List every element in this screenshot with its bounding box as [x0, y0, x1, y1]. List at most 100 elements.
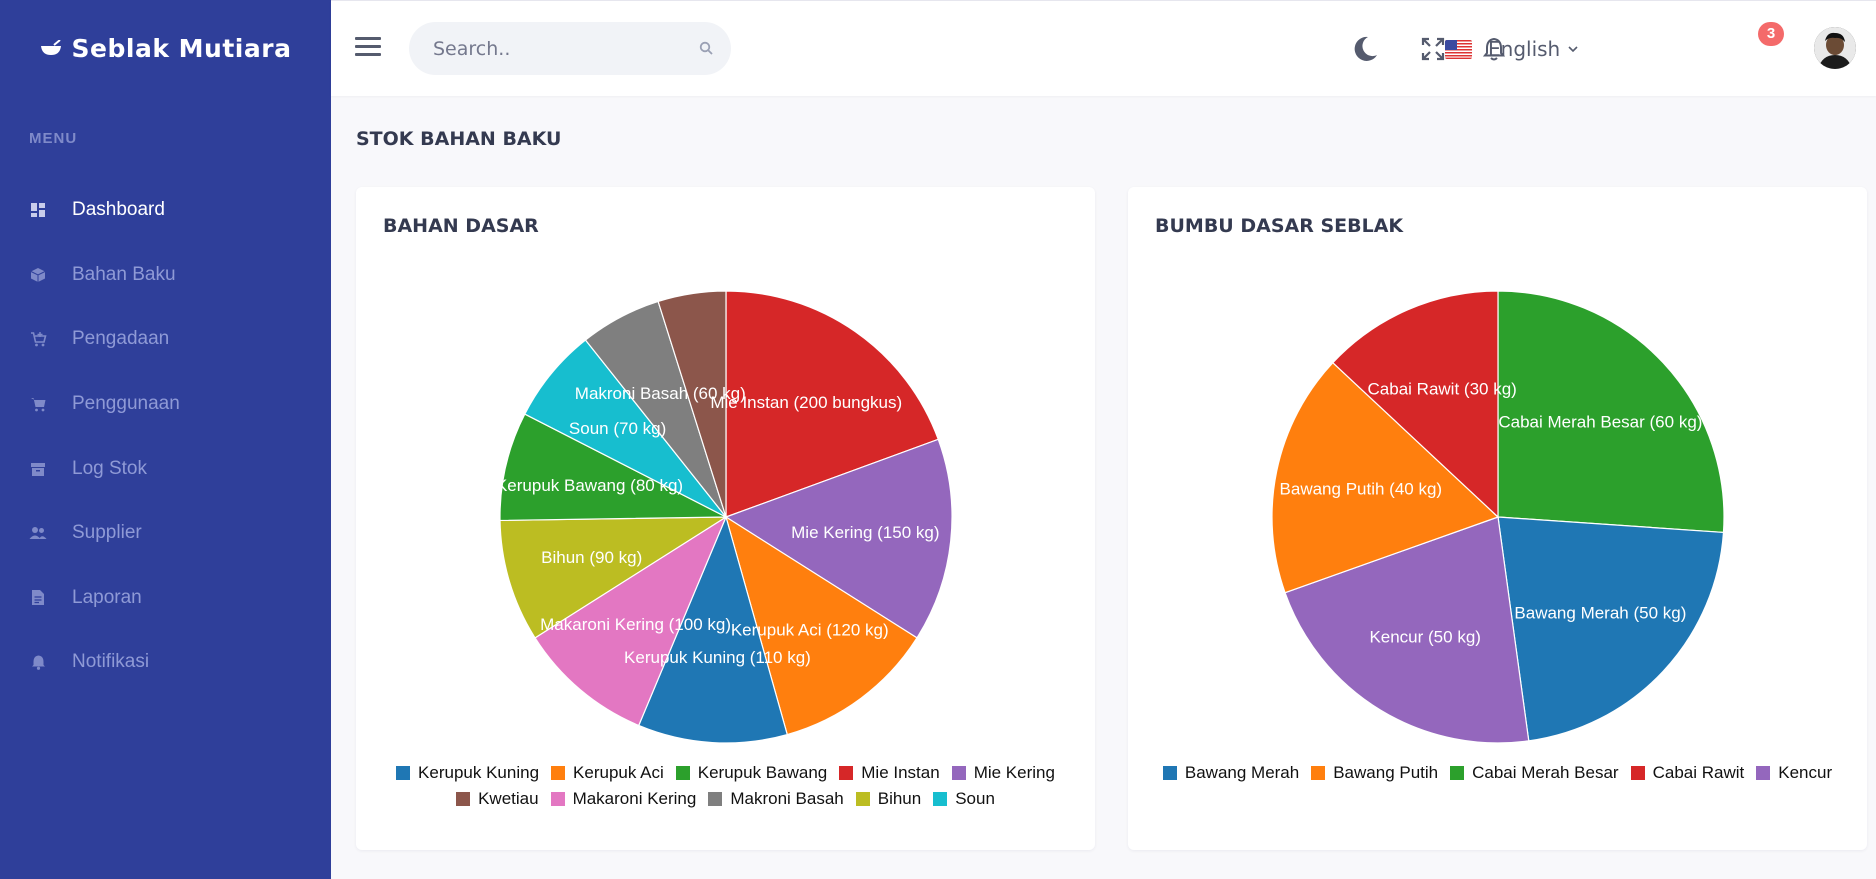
- chart-card-bahan-dasar: BAHAN DASAR Mie Instan (200 bungkus) Mie …: [356, 187, 1095, 850]
- legend-swatch: [839, 766, 854, 780]
- legend-label: Cabai Merah Besar: [1472, 763, 1619, 782]
- legend-item-kerupuk-kuning[interactable]: Kerupuk Kuning: [396, 761, 539, 785]
- sidebar-item-bahan-baku[interactable]: Bahan Baku: [0, 243, 331, 308]
- legend-item-makroni-basah[interactable]: Makroni Basah: [708, 787, 844, 811]
- legend-swatch: [855, 792, 870, 806]
- data-label-makaroni-kering: Makaroni Kering (100 kg): [540, 615, 731, 634]
- legend-item-bawang-merah[interactable]: Bawang Merah: [1162, 761, 1300, 785]
- data-label-cabai-merah-besar: Cabai Merah Besar (60 kg): [1498, 412, 1702, 431]
- data-label-soun: Soun (70 kg): [569, 419, 666, 438]
- legend-item-kerupuk-aci[interactable]: Kerupuk Aci: [551, 761, 664, 785]
- data-label-mie-kering: Mie Kering (150 kg): [791, 523, 939, 542]
- legend-swatch: [396, 766, 411, 780]
- legend-item-soun[interactable]: Soun: [933, 787, 995, 811]
- legend-swatch: [675, 766, 690, 780]
- avatar[interactable]: [1814, 27, 1856, 69]
- cube-icon: [29, 266, 47, 284]
- data-label-kerupuk-kuning: Kerupuk Kuning (110 kg): [624, 648, 811, 667]
- legend-label: Kerupuk Kuning: [418, 763, 540, 782]
- sidebar-item-log-stok[interactable]: Log Stok: [0, 436, 331, 501]
- sidebar-item-label: Penggunaan: [72, 393, 180, 415]
- data-label-makroni-basah: Makroni Basah (60 kg): [575, 384, 746, 403]
- sidebar-item-label: Dashboard: [72, 199, 165, 221]
- fullscreen-icon[interactable]: [1415, 31, 1451, 67]
- legend-label: Kerupuk Aci: [573, 763, 664, 782]
- sidebar-menu: Dashboard Bahan Baku Pengadaan Penggunaa…: [0, 178, 331, 695]
- data-label-kerupuk-bawang: Kerupuk Bawang (80 kg): [496, 476, 683, 495]
- legend-label: Makroni Basah: [730, 789, 844, 808]
- data-label-kencur: Kencur (50 kg): [1369, 628, 1481, 647]
- search-box: [409, 22, 731, 75]
- chart-legend: Kerupuk Kuning Kerupuk Aci Kerupuk Bawang M…: [376, 761, 1075, 813]
- legend-label: Bihun: [877, 789, 922, 808]
- sidebar-item-penggunaan[interactable]: Penggunaan: [0, 372, 331, 437]
- pie-chart-bahan-dasar: Mie Instan (200 bungkus)Mie Kering (150 …: [496, 290, 953, 744]
- sidebar-item-label: Log Stok: [72, 457, 147, 479]
- legend-swatch: [550, 792, 565, 806]
- sidebar-item-label: Pengadaan: [72, 328, 170, 350]
- legend-item-cabai-merah-besar[interactable]: Cabai Merah Besar: [1450, 761, 1619, 785]
- notification-badge: 3: [1758, 22, 1784, 46]
- legend-label: Kencur: [1778, 763, 1833, 782]
- legend-label: Makaroni Kering: [572, 789, 697, 808]
- legend-label: Kerupuk Bawang: [697, 763, 828, 782]
- legend-swatch: [951, 766, 966, 780]
- pie-slice-bawang-merah[interactable]: [1497, 516, 1725, 742]
- archive-icon: [29, 460, 47, 478]
- sidebar-item-label: Notifikasi: [72, 651, 150, 673]
- pie-chart-bumbu-dasar: Cabai Merah Besar (60 kg) Bawang Merah (5…: [1271, 290, 1725, 744]
- sidebar-item-notifikasi[interactable]: Notifikasi: [0, 630, 331, 695]
- legend-item-bawang-putih[interactable]: Bawang Putih: [1311, 761, 1438, 785]
- dashboard-icon: [29, 201, 47, 219]
- data-label-bihun: Bihun (90 kg): [541, 548, 642, 567]
- chart-legend: Bawang Merah Bawang Putih Cabai Merah Besa…: [1148, 761, 1847, 787]
- search-icon[interactable]: [699, 41, 713, 60]
- legend-label: Cabai Rawit: [1652, 763, 1745, 782]
- legend-item-kencur[interactable]: Kencur: [1756, 761, 1832, 785]
- sidebar-item-pengadaan[interactable]: Pengadaan: [0, 307, 331, 372]
- file-icon: [29, 589, 47, 607]
- data-label-bawang-merah: Bawang Merah (50 kg): [1514, 604, 1686, 623]
- chart-card-bumbu-dasar: BUMBU DASAR SEBLAK Cabai Merah Besar (60…: [1128, 187, 1867, 850]
- legend-item-bihun[interactable]: Bihun: [855, 787, 922, 811]
- cart-icon: [29, 395, 47, 413]
- topbar: English 3: [331, 0, 1876, 96]
- legend-swatch: [1630, 766, 1645, 780]
- legend-label: Mie Instan: [861, 763, 940, 782]
- search-input[interactable]: [409, 22, 659, 75]
- notification-bell-icon[interactable]: [1476, 31, 1512, 67]
- legend-swatch: [708, 792, 723, 806]
- legend-label: Kwetiau: [478, 789, 539, 808]
- sidebar-item-label: Laporan: [72, 586, 142, 608]
- legend-item-cabai-rawit[interactable]: Cabai Rawit: [1630, 761, 1745, 785]
- dark-mode-moon-icon[interactable]: [1347, 31, 1383, 67]
- bell-icon: [29, 653, 47, 671]
- sidebar-item-laporan[interactable]: Laporan: [0, 566, 331, 631]
- data-label-bawang-putih: Bawang Putih (40 kg): [1280, 479, 1443, 498]
- brand-name: Seblak Mutiara: [71, 33, 292, 63]
- sidebar-item-label: Bahan Baku: [72, 263, 176, 285]
- sidebar-item-label: Supplier: [72, 522, 142, 544]
- legend-label: Mie Kering: [973, 763, 1055, 782]
- menu-toggle-icon[interactable]: [355, 37, 381, 57]
- legend-swatch: [933, 792, 948, 806]
- legend-item-kwetiau[interactable]: Kwetiau: [456, 787, 539, 811]
- legend-swatch: [1162, 766, 1177, 780]
- legend-item-makaroni-kering[interactable]: Makaroni Kering: [550, 787, 697, 811]
- legend-label: Soun: [955, 789, 995, 808]
- legend-item-kerupuk-bawang[interactable]: Kerupuk Bawang: [675, 761, 828, 785]
- sidebar: Seblak Mutiara MENU Dashboard Bahan Baku…: [0, 0, 331, 879]
- legend-swatch: [1311, 766, 1326, 780]
- legend-swatch: [1756, 766, 1771, 780]
- sidebar-item-dashboard[interactable]: Dashboard: [0, 178, 331, 243]
- legend-item-mie-instan[interactable]: Mie Instan: [839, 761, 940, 785]
- data-label-cabai-rawit: Cabai Rawit (30 kg): [1368, 379, 1517, 398]
- legend-label: Bawang Merah: [1184, 763, 1300, 782]
- brand[interactable]: Seblak Mutiara: [0, 0, 331, 96]
- legend-item-mie-kering[interactable]: Mie Kering: [951, 761, 1055, 785]
- bowl-icon: [40, 39, 62, 56]
- legend-swatch: [1450, 766, 1465, 780]
- sidebar-item-supplier[interactable]: Supplier: [0, 501, 331, 566]
- legend-label: Bawang Putih: [1333, 763, 1439, 782]
- legend-swatch: [551, 766, 566, 780]
